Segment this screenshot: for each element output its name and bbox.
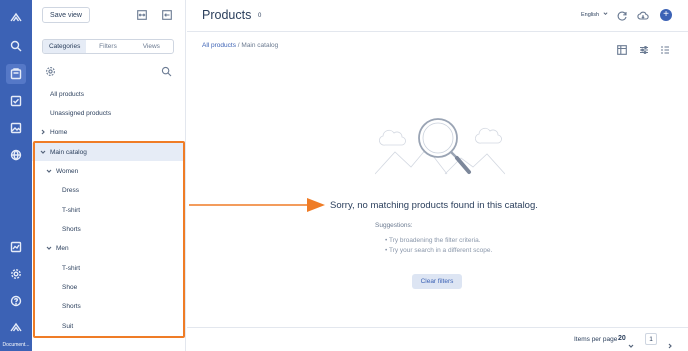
tree-item-women-shorts[interactable]: Shorts (32, 220, 185, 238)
analytics-icon[interactable] (6, 237, 26, 257)
help-icon[interactable] (6, 291, 26, 311)
logo-icon[interactable] (6, 8, 26, 28)
tree-item-men-shorts[interactable]: Shorts (32, 297, 185, 315)
breadcrumb-separator: / (237, 42, 240, 49)
suggestion-item: • Try broadening the filter criteria. (385, 237, 481, 244)
columns-settings-icon[interactable] (617, 42, 627, 55)
settings-icon[interactable] (6, 264, 26, 284)
tree-item-label: Shoe (62, 283, 78, 291)
breadcrumb: All products / Main catalog (202, 42, 278, 49)
tree-item-home[interactable]: Home (32, 123, 185, 141)
header-divider (187, 31, 688, 32)
tree-item-men-tshirt[interactable]: T-shirt (32, 259, 185, 277)
chevron-down-icon[interactable] (46, 168, 52, 174)
save-view-button[interactable]: Save view (42, 7, 90, 23)
workspace-logo-icon[interactable] (6, 318, 26, 338)
product-count: 0 (258, 13, 262, 19)
tree-item-women[interactable]: Women (32, 162, 185, 180)
sliders-icon[interactable] (639, 42, 649, 54)
tree-item-shoe[interactable]: Shoe (32, 278, 185, 296)
workspace-label: Document... (2, 342, 30, 348)
suggestion-item: • Try your search in a different scope. (385, 247, 493, 254)
clear-filters-button[interactable]: Clear filters (412, 274, 462, 289)
app-window: Document... Save view Categories Filters… (0, 0, 688, 351)
tree-item-dress[interactable]: Dress (32, 181, 185, 199)
page-title: Products (202, 8, 252, 22)
breadcrumb-root-link[interactable]: All products (202, 42, 236, 49)
next-page-icon[interactable] (667, 336, 673, 349)
chevron-right-icon[interactable] (40, 129, 46, 135)
annotation-arrow (189, 198, 325, 212)
footer-divider (187, 327, 688, 328)
catalog-sidebar: Save view Categories Filters Views All p… (32, 0, 186, 351)
tree-item-women-tshirt[interactable]: T-shirt (32, 201, 185, 219)
tree-item-main-catalog[interactable]: Main catalog (32, 143, 185, 161)
chevron-down-icon[interactable] (628, 336, 634, 348)
tree-item-label: Shorts (62, 302, 81, 310)
main-panel: Products 0 English + All products / Main… (187, 0, 688, 351)
tree-item-label: Men (56, 244, 69, 252)
tasks-icon[interactable] (6, 91, 26, 111)
tab-views[interactable]: Views (130, 40, 173, 53)
tree-item-label: Unassigned products (50, 109, 112, 117)
empty-state-title: Sorry, no matching products found in thi… (330, 200, 538, 211)
sidebar-tabs: Categories Filters Views (42, 39, 174, 54)
suggestion-text: Try your search in a different scope. (388, 247, 493, 254)
cloud-download-icon[interactable] (637, 9, 649, 21)
tab-categories[interactable]: Categories (43, 40, 87, 53)
nav-rail: Document... (0, 0, 32, 351)
refresh-icon[interactable] (616, 9, 628, 21)
search-icon[interactable] (6, 36, 26, 56)
assets-icon[interactable] (6, 118, 26, 138)
tree-item-label: Main catalog (50, 148, 87, 156)
tree-item-unassigned-products[interactable]: Unassigned products (32, 104, 185, 122)
tree-item-label: Dress (62, 186, 79, 194)
page-number-button[interactable]: 1 (645, 333, 657, 345)
items-per-page-select[interactable]: 20 (618, 335, 626, 342)
tree-item-men[interactable]: Men (32, 239, 185, 257)
search-icon[interactable] (161, 64, 172, 77)
tree-item-label: Women (56, 167, 79, 175)
gear-icon[interactable] (45, 64, 56, 76)
expand-icon[interactable] (136, 9, 148, 21)
suggestion-text: Try broadening the filter criteria. (388, 237, 481, 244)
products-icon[interactable] (6, 64, 26, 84)
language-selector[interactable]: English (581, 11, 608, 18)
chevron-down-icon[interactable] (40, 149, 46, 155)
tree-item-label: T-shirt (62, 264, 81, 272)
suggestions-title: Suggestions: (375, 222, 413, 229)
tree-item-label: Suit (62, 322, 74, 330)
empty-search-illustration (375, 118, 505, 175)
tree-item-label: Shorts (62, 225, 81, 233)
tree-item-suit[interactable]: Suit (32, 317, 185, 335)
tab-filters[interactable]: Filters (86, 40, 129, 53)
tree-item-label: Home (50, 128, 68, 136)
tree-item-label: T-shirt (62, 206, 81, 214)
chevron-down-icon[interactable] (46, 245, 52, 251)
tree-item-all-products[interactable]: All products (32, 85, 185, 103)
tree-item-label: All products (50, 90, 84, 98)
items-per-page-label: Items per page (574, 336, 618, 343)
collapse-sidebar-icon[interactable] (161, 9, 173, 21)
chevron-down-icon (603, 12, 608, 16)
breadcrumb-current: Main catalog (241, 42, 279, 49)
globe-icon[interactable] (6, 145, 26, 165)
language-label: English (581, 12, 600, 18)
add-product-button[interactable]: + (660, 9, 672, 21)
list-view-icon[interactable] (660, 42, 670, 54)
